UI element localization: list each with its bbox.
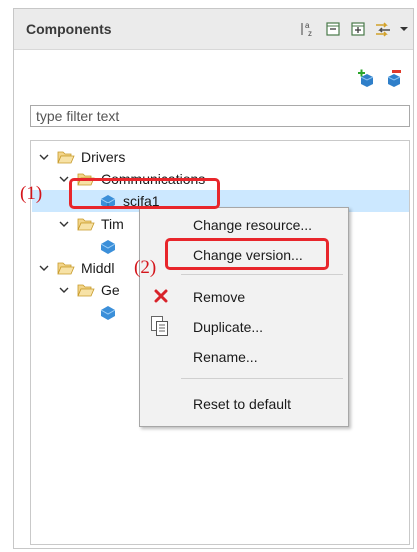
panel-title: Components <box>26 21 112 37</box>
panel-header: Components a z <box>14 9 413 50</box>
component-icon <box>99 304 117 320</box>
tree-node-label: Tim <box>101 216 124 232</box>
tree-node-label: Middl <box>81 260 115 276</box>
highlight-box-change-version <box>165 238 329 270</box>
highlight-box-scifa1 <box>69 178 220 209</box>
callout-label-1: (1) <box>20 183 43 204</box>
svg-text:z: z <box>308 29 312 38</box>
menu-item-label: Reset to default <box>193 396 292 412</box>
tree-node-drivers[interactable]: Drivers <box>39 146 125 168</box>
menu-item-rename[interactable]: Rename... <box>140 344 346 370</box>
folder-open-icon <box>57 261 75 275</box>
menu-separator <box>181 378 343 379</box>
component-icon <box>99 238 117 254</box>
filter-input[interactable] <box>31 106 409 126</box>
collapse-all-icon[interactable] <box>324 20 342 38</box>
folder-open-icon <box>57 150 75 164</box>
duplicate-icon <box>150 315 170 340</box>
menu-item-change-resource[interactable]: Change resource... <box>140 212 346 238</box>
link-with-editor-icon[interactable] <box>374 20 392 38</box>
menu-item-reset-to-default[interactable]: Reset to default <box>140 391 346 417</box>
callout-label-2: (2) <box>134 257 157 278</box>
folder-open-icon <box>77 217 95 231</box>
component-actions <box>357 69 403 90</box>
chevron-down-icon[interactable] <box>39 263 49 273</box>
tree-node-generic-component[interactable] <box>99 301 123 323</box>
tree-node-generic[interactable]: Ge <box>59 279 120 301</box>
menu-separator <box>181 274 343 275</box>
menu-item-label: Remove <box>193 289 246 305</box>
menu-item-label: Change resource... <box>193 217 313 233</box>
tree-node-timer-component[interactable] <box>99 235 123 257</box>
chevron-down-icon[interactable] <box>59 285 69 295</box>
chevron-down-icon[interactable] <box>39 152 49 162</box>
add-component-icon[interactable] <box>357 69 375 90</box>
tree-node-middleware[interactable]: Middl <box>39 257 114 279</box>
filter-box <box>30 105 410 127</box>
menu-item-label: Duplicate... <box>193 319 264 335</box>
tree-node-label: Drivers <box>81 149 126 165</box>
expand-all-icon[interactable] <box>349 20 367 38</box>
menu-item-remove[interactable]: Remove <box>140 284 346 310</box>
view-menu-chevron-down-icon[interactable] <box>399 20 409 38</box>
chevron-down-icon[interactable] <box>59 219 69 229</box>
menu-item-label: Rename... <box>193 349 258 365</box>
menu-item-duplicate[interactable]: Duplicate... <box>140 314 346 340</box>
panel-toolbar: a z <box>299 20 409 38</box>
folder-open-icon <box>77 283 95 297</box>
chevron-down-icon[interactable] <box>59 174 69 184</box>
remove-component-icon[interactable] <box>385 69 403 90</box>
tree-node-timers[interactable]: Tim <box>39 213 124 235</box>
remove-x-icon <box>154 289 168 306</box>
tree-node-label: Ge <box>101 282 120 298</box>
sort-alphabetical-icon[interactable]: a z <box>299 20 317 38</box>
